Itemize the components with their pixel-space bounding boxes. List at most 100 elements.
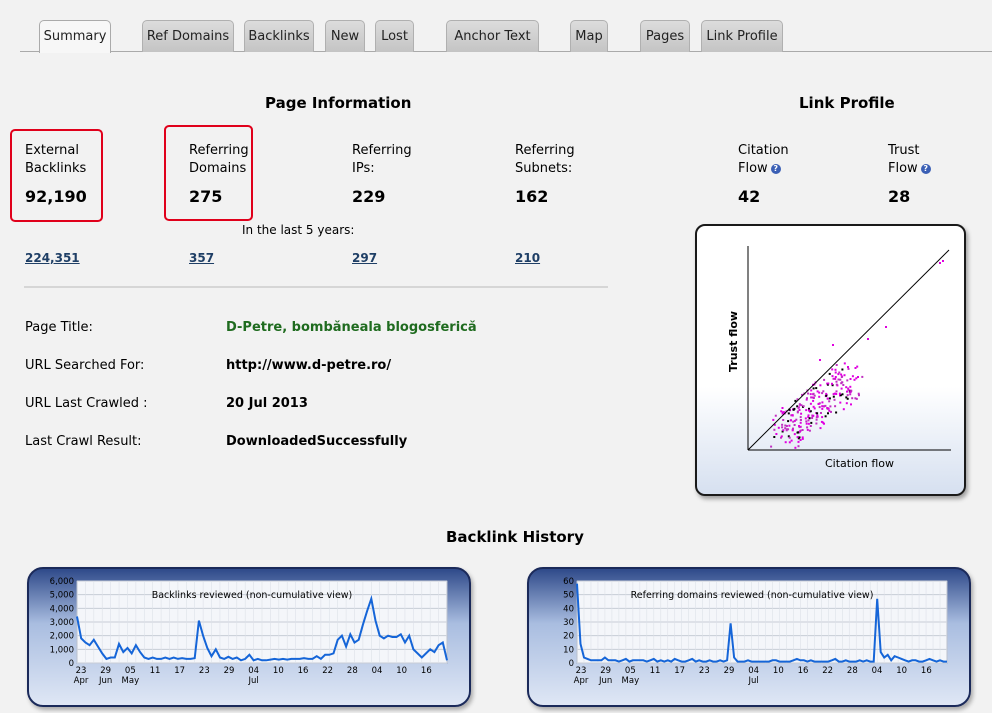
y-tick-label: 50 bbox=[563, 591, 574, 601]
scatter-point bbox=[832, 344, 834, 346]
tab-backlinks[interactable]: Backlinks bbox=[244, 20, 314, 52]
scatter-point bbox=[799, 421, 802, 424]
scatter-point bbox=[838, 392, 841, 395]
page-title-value: D-Petre, bombăneala blogosferică bbox=[226, 320, 477, 335]
scatter-point bbox=[837, 373, 840, 376]
help-icon[interactable]: ? bbox=[770, 164, 781, 174]
tab-new[interactable]: New bbox=[325, 20, 365, 52]
scatter-point bbox=[798, 430, 801, 433]
scatter-point bbox=[782, 419, 785, 421]
scatter-point bbox=[828, 372, 831, 375]
month-label: Jul bbox=[748, 676, 759, 686]
y-tick-label: 20 bbox=[563, 632, 574, 642]
scatter-point bbox=[791, 429, 794, 432]
scatter-point bbox=[784, 427, 787, 430]
scatter-point bbox=[857, 376, 859, 378]
scatter-point bbox=[834, 368, 837, 371]
backlinks-history-link[interactable]: 224,351 bbox=[25, 251, 80, 265]
scatter-point bbox=[804, 417, 807, 420]
scatter-point bbox=[815, 418, 818, 421]
section-divider bbox=[24, 286, 608, 288]
scatter-x-label: Citation flow bbox=[825, 457, 894, 470]
scatter-point bbox=[832, 377, 835, 380]
tab-pages[interactable]: Pages bbox=[640, 20, 690, 52]
scatter-point bbox=[819, 427, 822, 430]
referring-subnets-label: Referring Subnets: bbox=[515, 143, 575, 176]
tab-summary[interactable]: Summary bbox=[39, 20, 111, 53]
tab-anchor-text[interactable]: Anchor Text bbox=[446, 20, 539, 52]
scatter-point bbox=[850, 403, 852, 406]
scatter-point bbox=[833, 398, 836, 401]
tab-ref-domains[interactable]: Ref Domains bbox=[142, 20, 234, 52]
referring-ips-value: 229 bbox=[352, 187, 386, 206]
scatter-point bbox=[807, 392, 809, 395]
scatter-point bbox=[846, 397, 849, 400]
scatter-point bbox=[824, 415, 827, 418]
scatter-point bbox=[815, 387, 818, 390]
scatter-point bbox=[842, 408, 845, 411]
y-tick-label: 40 bbox=[563, 604, 574, 614]
scatter-point bbox=[788, 424, 791, 427]
scatter-point bbox=[821, 401, 824, 404]
scatter-point bbox=[942, 260, 944, 262]
scatter-point bbox=[797, 440, 800, 443]
link-profile-chart-panel: Citation flow Trust flow bbox=[695, 224, 966, 496]
scatter-point bbox=[831, 382, 833, 385]
scatter-point bbox=[812, 387, 815, 390]
help-icon[interactable]: ? bbox=[920, 164, 931, 174]
scatter-point bbox=[785, 429, 788, 432]
y-tick-label: 0 bbox=[69, 659, 74, 669]
scatter-point bbox=[773, 428, 776, 431]
scatter-y-label: Trust flow bbox=[727, 311, 740, 372]
scatter-point bbox=[807, 419, 810, 422]
scatter-point bbox=[846, 379, 849, 382]
x-tick-label: 10 bbox=[896, 666, 907, 676]
scatter-point bbox=[796, 431, 799, 434]
link-profile-scatter: Citation flow Trust flow bbox=[727, 246, 951, 470]
scatter-point bbox=[853, 378, 856, 381]
scatter-point bbox=[858, 394, 860, 397]
y-tick-label: 30 bbox=[563, 618, 574, 628]
scatter-point bbox=[840, 376, 843, 378]
scatter-point bbox=[818, 395, 821, 398]
scatter-point bbox=[823, 422, 825, 425]
scatter-point bbox=[812, 399, 815, 402]
x-tick-label: 10 bbox=[773, 666, 784, 676]
scatter-point bbox=[861, 375, 864, 378]
scatter-point bbox=[788, 441, 791, 444]
scatter-point bbox=[815, 416, 818, 419]
scatter-point bbox=[805, 422, 808, 425]
x-tick-label: 22 bbox=[822, 666, 833, 676]
tab-lost[interactable]: Lost bbox=[375, 20, 414, 52]
month-label: Jun bbox=[98, 676, 112, 686]
x-tick-label: 11 bbox=[650, 666, 661, 676]
subnets-history-link[interactable]: 210 bbox=[515, 251, 540, 265]
page-information-heading: Page Information bbox=[265, 94, 412, 112]
tab-map[interactable]: Map bbox=[570, 20, 608, 52]
ips-history-link[interactable]: 297 bbox=[352, 251, 377, 265]
scatter-point bbox=[795, 418, 798, 421]
tab-link-profile[interactable]: Link Profile bbox=[701, 20, 783, 52]
scatter-point bbox=[780, 435, 783, 438]
trust-flow-label: Trust Flow? bbox=[888, 142, 931, 178]
domains-history-link[interactable]: 357 bbox=[189, 251, 214, 265]
scatter-point bbox=[832, 395, 835, 398]
scatter-point bbox=[826, 397, 829, 400]
x-tick-label: 04 bbox=[248, 666, 259, 676]
scatter-point bbox=[818, 406, 821, 409]
scatter-point bbox=[798, 403, 801, 406]
y-tick-label: 60 bbox=[563, 577, 574, 587]
scatter-point bbox=[819, 384, 822, 387]
history-note: In the last 5 years: bbox=[242, 223, 355, 237]
scatter-point bbox=[784, 424, 787, 427]
chart-title: Referring domains reviewed (non-cumulati… bbox=[631, 590, 874, 601]
scatter-point bbox=[823, 378, 826, 381]
scatter-point bbox=[784, 441, 787, 444]
scatter-point bbox=[939, 262, 941, 264]
scatter-point bbox=[867, 338, 869, 340]
scatter-point bbox=[851, 397, 854, 400]
scatter-point bbox=[790, 419, 792, 422]
month-label: Apr bbox=[574, 676, 589, 686]
scatter-point bbox=[787, 412, 790, 415]
scatter-point bbox=[770, 445, 773, 448]
